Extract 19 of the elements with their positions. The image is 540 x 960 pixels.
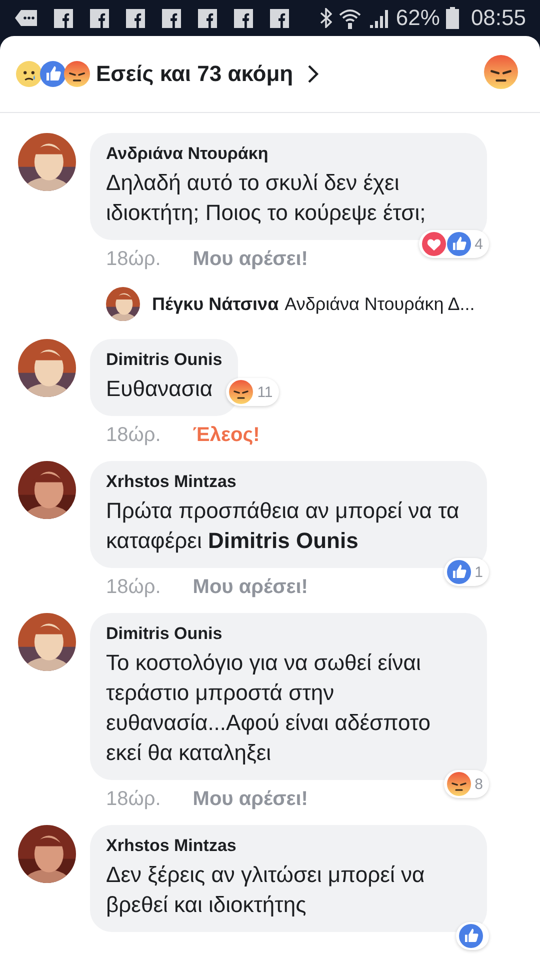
battery-percent: 62% [396, 5, 440, 31]
comment-time: 18ώρ. [106, 788, 161, 811]
comment-time: 18ώρ. [106, 576, 161, 599]
comment-text: Δεν ξέρεις αν γλιτώσει μπορεί να βρεθεί και ιδιοκτήτης [106, 861, 426, 919]
comment-time: 18ώρ. [106, 248, 161, 271]
comment-author[interactable]: Dimitris Ounis [106, 350, 222, 370]
reactions-summary[interactable]: Εσείς και 73 ακόμη [96, 61, 294, 87]
comment-author[interactable]: Ανδριάνα Ντουράκη [106, 144, 471, 164]
comment-text: Πρώτα προσπάθεια αν μπορεί να τα καταφέρει Dimitris Ounis [106, 497, 460, 555]
reply-text[interactable]: Ανδριάνα Ντουράκη Δ... [284, 294, 475, 314]
comment-text: Δηλαδή αυτό το σκυλί δεν έχει ιδιοκτήτη; Ποιος το κούρεψε έτσι; [106, 169, 427, 227]
reply-author[interactable]: Πέγκυ Νάτσινα [152, 294, 279, 314]
comment-author[interactable]: Dimitris Ounis [106, 624, 471, 644]
comment-author[interactable]: Xrhstos Mintzas [106, 472, 471, 492]
comment-text: Το κοστολόγιο για να σωθεί είναι τεράστιο μπροστά στην ευθανασία...Αφού είναι αδέσποτο εκεί θα καταληξει [106, 649, 432, 767]
comment-text: Ευθανασια [106, 375, 214, 403]
clock: 08:55 [470, 5, 526, 31]
comment-author[interactable]: Xrhstos Mintzas [106, 836, 471, 856]
comment-time: 18ώρ. [106, 424, 161, 447]
